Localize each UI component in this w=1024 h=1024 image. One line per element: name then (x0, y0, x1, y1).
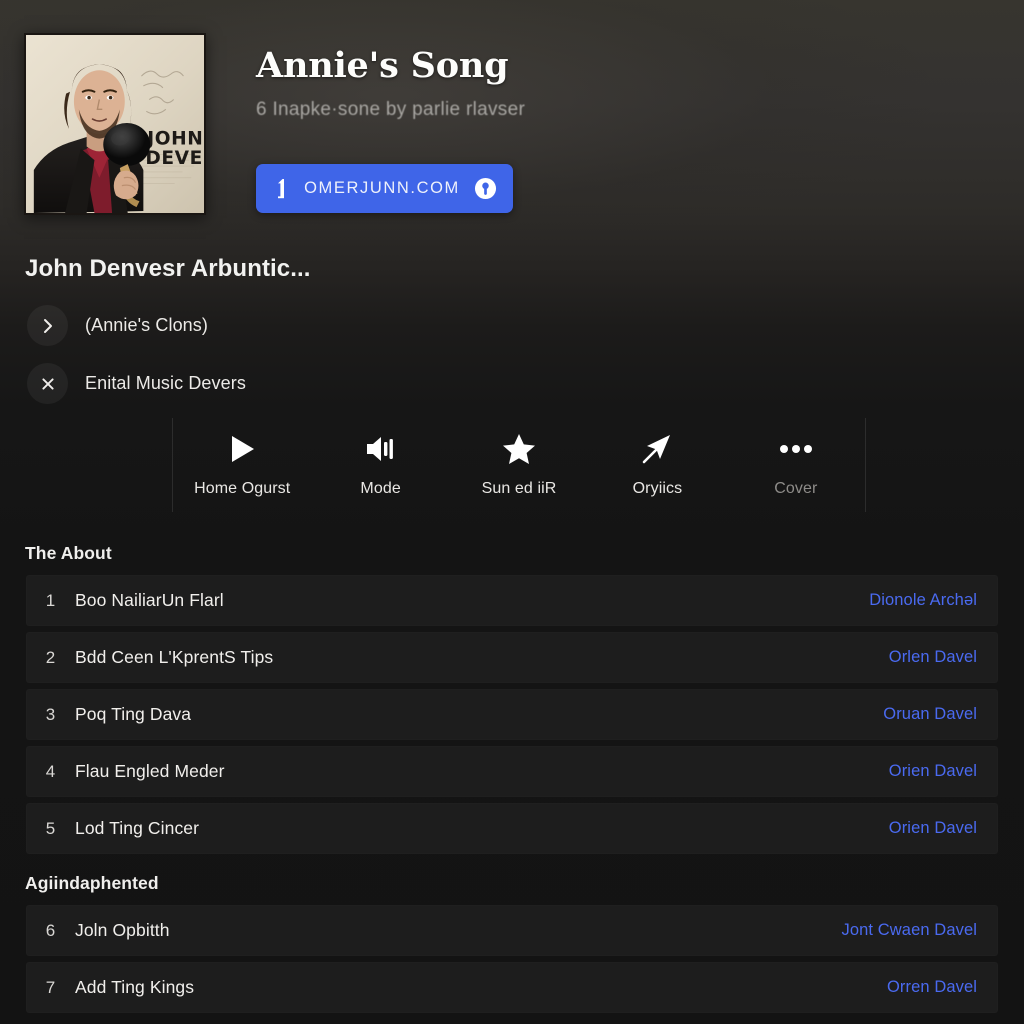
table-row[interactable]: 5 Lod Ting Cincer Orien Davel (26, 803, 998, 854)
track-section-agiindaphented: Agiindaphented 6 Joln Opbitth Jont Cwaen… (0, 873, 1024, 1019)
album-art-image: JOHN DEVER (26, 35, 204, 213)
toolbar-item-share[interactable]: Oryiics (588, 418, 726, 512)
track-link[interactable]: Oruan Davel (883, 705, 977, 724)
chevron-right-icon[interactable] (27, 305, 68, 346)
note-glyph-icon (278, 178, 284, 198)
page-title: Annie's Song (256, 45, 509, 86)
track-title: Flau Engled Meder (75, 761, 225, 781)
track-link[interactable]: Orien Davel (889, 762, 977, 781)
toolbar-label-more: Cover (774, 479, 818, 497)
track-number: 6 (45, 920, 56, 940)
ellipsis-icon (779, 433, 813, 465)
cta-label: OMERJUNN.COM (304, 179, 460, 197)
table-row[interactable]: 6 Joln Opbitth Jont Cwaen Davel (26, 905, 998, 956)
track-number: 5 (45, 818, 56, 838)
star-icon (502, 433, 536, 465)
toolbar-label-mode: Mode (360, 479, 401, 497)
toolbar-item-more[interactable]: Cover (727, 418, 865, 512)
toolbar-item-mode[interactable]: Mode (311, 418, 449, 512)
song-header: JOHN DEVER (0, 0, 1024, 232)
action-toolbar: Home Ogurst Mode Sun ed iiR Oryiics Cove… (172, 418, 866, 512)
track-title: Boo NailiarUn Flarl (75, 590, 224, 610)
toolbar-label-play: Home Ogurst (194, 479, 291, 497)
track-number: 1 (45, 590, 56, 610)
toolbar-item-play[interactable]: Home Ogurst (173, 418, 311, 512)
track-number: 3 (45, 704, 56, 724)
track-number: 2 (45, 647, 56, 667)
table-row[interactable]: 1 Boo NailiarUn Flarl Dionole Archəl (26, 575, 998, 626)
track-link[interactable]: Orlen Davel (889, 648, 977, 667)
artist-heading: John Denvesr Arbuntic... (25, 255, 311, 282)
track-title: Joln Opbitth (75, 920, 170, 940)
play-icon (227, 433, 257, 465)
track-title: Lod Ting Cincer (75, 818, 200, 838)
section-title-agiindaphented: Agiindaphented (25, 873, 159, 893)
track-title: Bdd Ceen L'KprentS Tips (75, 647, 274, 667)
meta-label-label: Enital Music Devers (85, 373, 246, 393)
meta-row-label[interactable]: Enital Music Devers (27, 363, 447, 404)
svg-text:DEVER: DEVER (145, 148, 204, 169)
track-link[interactable]: Orien Davel (889, 819, 977, 838)
track-link[interactable]: Dionole Archəl (869, 591, 977, 610)
website-cta-button[interactable]: OMERJUNN.COM (256, 164, 513, 213)
header-text-block: Annie's Song 6 Inapke·sone by parlie rla… (256, 44, 996, 123)
track-link[interactable]: Jont Cwaen Davel (841, 921, 977, 940)
track-number: 4 (45, 761, 56, 781)
table-row[interactable]: 7 Add Ting Kings Orren Davel (26, 962, 998, 1013)
send-icon (641, 433, 673, 465)
table-row[interactable]: 4 Flau Engled Meder Orien Davel (26, 746, 998, 797)
account-badge-icon (474, 177, 497, 200)
track-list-about: 1 Boo NailiarUn Flarl Dionole Archəl 2 B… (0, 575, 1024, 854)
toolbar-label-favorite: Sun ed iiR (481, 479, 557, 497)
svg-text:JOHN: JOHN (145, 129, 203, 150)
track-link[interactable]: Orren Davel (887, 978, 977, 997)
page-root: JOHN DEVER (0, 0, 1024, 1024)
section-title-about: The About (25, 543, 112, 563)
toolbar-label-share: Oryiics (632, 479, 683, 497)
track-section-about: The About 1 Boo NailiarUn Flarl Dionole … (0, 543, 1024, 860)
track-title: Poq Ting Dava (75, 704, 192, 724)
track-title: Add Ting Kings (75, 977, 195, 997)
album-art-thumbnail[interactable]: JOHN DEVER (24, 33, 206, 215)
meta-label-alt-title: (Annie's Clons) (85, 315, 208, 335)
song-subtitle: 6 Inapke·sone by parlie rlavser (256, 99, 526, 120)
close-x-icon[interactable] (27, 363, 68, 404)
table-row[interactable]: 3 Poq Ting Dava Oruan Davel (26, 689, 998, 740)
meta-row-alt-title[interactable]: (Annie's Clons) (27, 305, 447, 346)
toolbar-item-favorite[interactable]: Sun ed iiR (450, 418, 588, 512)
track-list-agiindaphented: 6 Joln Opbitth Jont Cwaen Davel 7 Add Ti… (0, 905, 1024, 1013)
artist-meta-block: John Denvesr Arbuntic... (Annie's Clons)… (0, 255, 1024, 404)
table-row[interactable]: 2 Bdd Ceen L'KprentS Tips Orlen Davel (26, 632, 998, 683)
speaker-icon (364, 433, 398, 465)
track-number: 7 (45, 977, 56, 997)
